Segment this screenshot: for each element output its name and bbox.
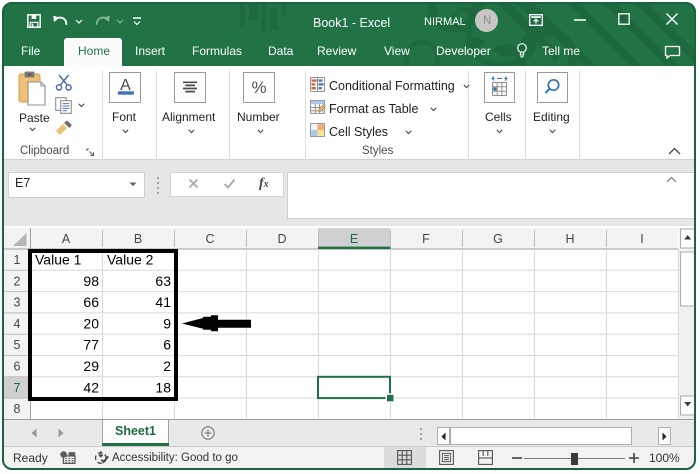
svg-text:29: 29 <box>83 358 99 374</box>
svg-text:I: I <box>640 232 643 246</box>
svg-text:%: % <box>251 78 266 97</box>
svg-text:B: B <box>134 232 142 246</box>
svg-text:41: 41 <box>155 294 171 310</box>
svg-text:3: 3 <box>14 296 21 310</box>
svg-text:6: 6 <box>14 360 21 374</box>
svg-text:5: 5 <box>14 338 21 352</box>
svg-text:66: 66 <box>83 294 99 310</box>
svg-text:18: 18 <box>155 379 171 395</box>
svg-text:H: H <box>565 232 574 246</box>
svg-text:F: F <box>422 232 430 246</box>
svg-text:2: 2 <box>14 274 21 288</box>
svg-text:C: C <box>205 232 214 246</box>
svg-text:9: 9 <box>163 315 171 331</box>
svg-text:E: E <box>350 232 358 246</box>
svg-text:D: D <box>277 232 286 246</box>
svg-text:2: 2 <box>163 358 171 374</box>
svg-text:G: G <box>493 232 503 246</box>
svg-text:A: A <box>62 232 71 246</box>
svg-text:7: 7 <box>14 381 21 395</box>
svg-text:6: 6 <box>163 337 171 353</box>
svg-text:42: 42 <box>83 379 99 395</box>
svg-text:8: 8 <box>14 402 21 416</box>
svg-text:Value 2: Value 2 <box>107 252 154 268</box>
svg-text:98: 98 <box>83 273 99 289</box>
svg-text:1: 1 <box>14 253 21 267</box>
svg-text:63: 63 <box>155 273 171 289</box>
svg-text:4: 4 <box>14 317 21 331</box>
svg-text:20: 20 <box>83 315 99 331</box>
svg-text:Value 1: Value 1 <box>35 252 82 268</box>
svg-text:77: 77 <box>83 337 99 353</box>
